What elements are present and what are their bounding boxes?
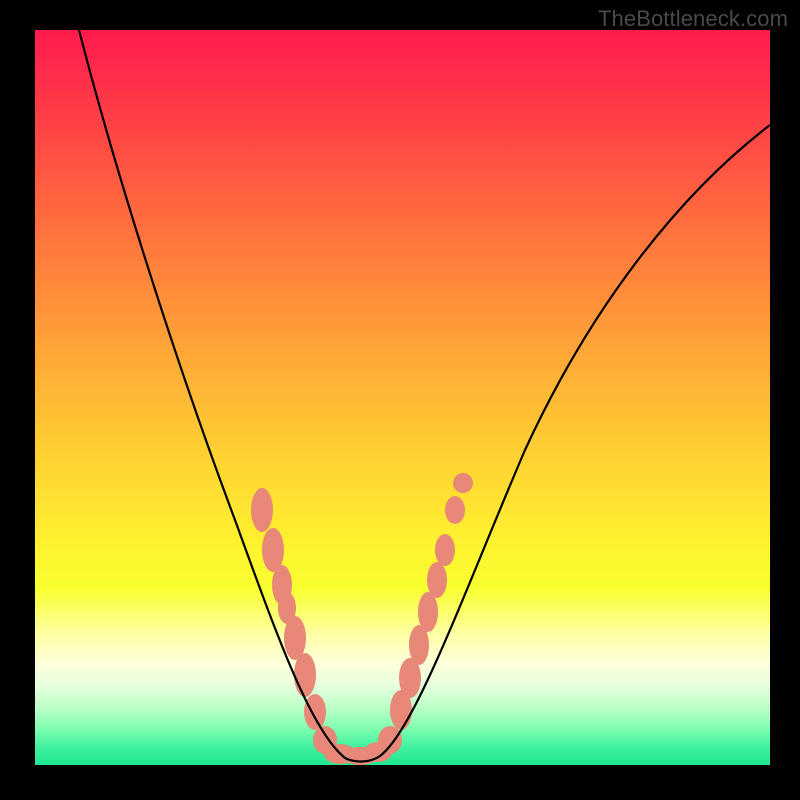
bottleneck-curve-svg: [35, 30, 770, 765]
marker-cluster-left: [251, 488, 378, 765]
chart-plot-area: [35, 30, 770, 765]
watermark-text: TheBottleneck.com: [598, 6, 788, 32]
marker-cluster-right: [364, 473, 473, 762]
